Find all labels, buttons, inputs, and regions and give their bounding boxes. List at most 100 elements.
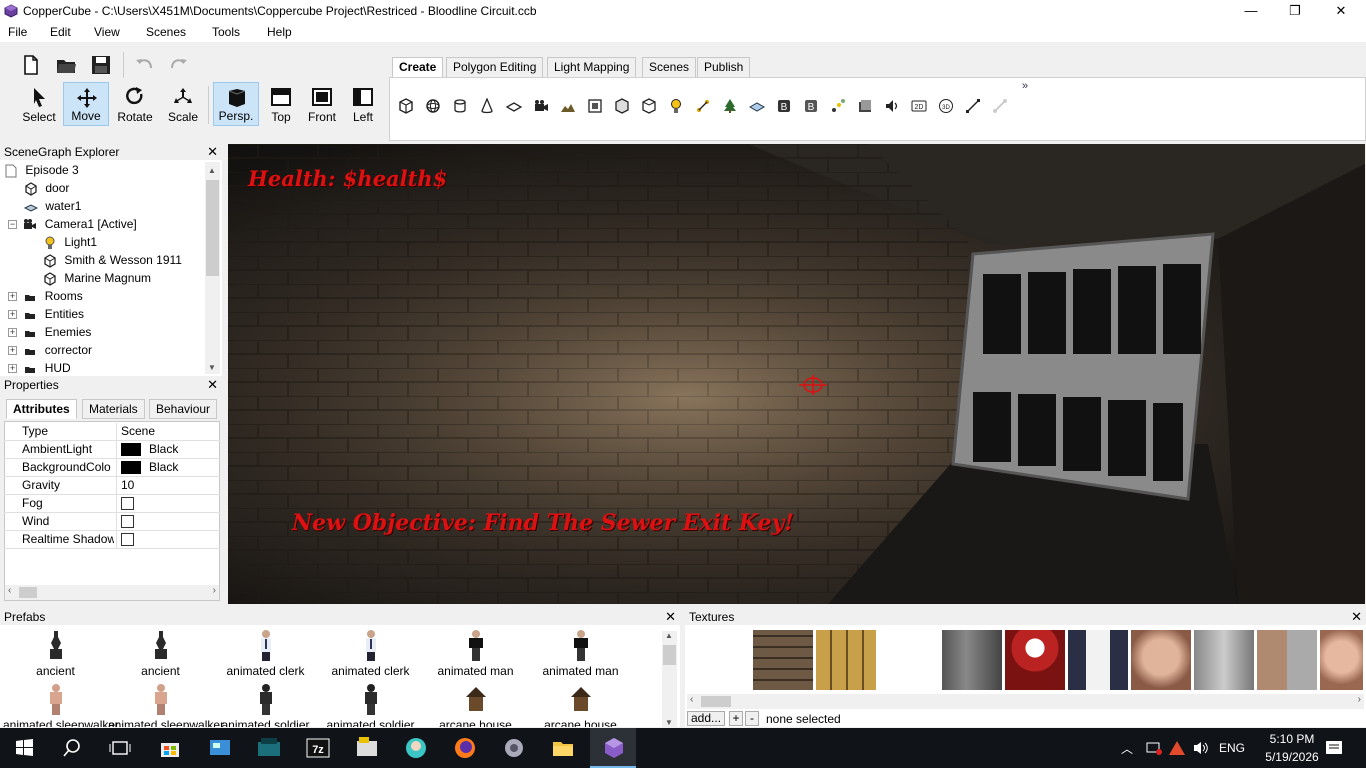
minimize-button[interactable]: — [1228, 0, 1274, 22]
redo-icon[interactable] [168, 54, 190, 76]
tree-node-entities[interactable]: + Entities [8, 305, 84, 323]
rotate-tool-button[interactable]: Rotate [112, 82, 158, 126]
tree-node-water1[interactable]: water1 [23, 197, 81, 215]
water-surface-icon[interactable] [749, 98, 765, 114]
texture-skin-panel[interactable] [1257, 630, 1317, 690]
texture-gold-tiles[interactable] [816, 630, 876, 690]
tree-node-door[interactable]: door [24, 179, 69, 197]
tree-node-marine-magnum[interactable]: Marine Magnum [43, 269, 151, 287]
minus-button[interactable]: - [745, 711, 759, 726]
notifications-icon[interactable] [1325, 740, 1343, 756]
save-icon[interactable] [90, 54, 112, 76]
scroll-left-icon[interactable]: ‹ [690, 694, 693, 705]
front-view-button[interactable]: Front [299, 82, 345, 126]
3d-text-icon[interactable]: 3D [938, 98, 954, 114]
tab-scenes[interactable]: Scenes [642, 57, 697, 78]
plane-icon[interactable] [506, 98, 522, 114]
texture-face-2[interactable] [1320, 630, 1363, 690]
static-mesh-icon[interactable] [641, 98, 657, 114]
menu-file[interactable]: File [8, 25, 27, 39]
top-view-button[interactable]: Top [258, 82, 304, 126]
3d-viewport[interactable]: Health: $health$ New Objective: Find The… [228, 144, 1365, 604]
tree-node-hud[interactable]: + HUD [8, 359, 71, 375]
collapse-icon[interactable]: − [8, 220, 17, 230]
menu-help[interactable]: Help [267, 25, 292, 39]
tree-node-corrector[interactable]: + corrector [8, 341, 92, 359]
overlay-2d-icon[interactable] [857, 98, 873, 114]
expand-icon[interactable]: + [8, 364, 17, 374]
menu-edit[interactable]: Edit [50, 25, 71, 39]
texture-metal-door[interactable] [1194, 630, 1254, 690]
menu-view[interactable]: View [94, 25, 120, 39]
scenegraph-close-button[interactable]: ✕ [207, 144, 218, 160]
texture-teeth[interactable] [1005, 630, 1065, 690]
particle-system-icon[interactable] [830, 98, 846, 114]
scenegraph-scrollbar[interactable]: ▲ ▼ [205, 162, 220, 374]
color-swatch[interactable] [121, 443, 141, 457]
scale-tool-button[interactable]: Scale [160, 82, 206, 126]
scroll-up-icon[interactable]: ▲ [665, 631, 673, 640]
prop-value-color[interactable]: Black [116, 441, 220, 459]
terminal-icon[interactable] [255, 734, 283, 762]
tab-polygon-editing[interactable]: Polygon Editing [446, 57, 544, 78]
prefab-item[interactable]: animated man [528, 629, 633, 678]
color-swatch[interactable] [121, 461, 141, 475]
prefab-item[interactable]: ancient [108, 629, 213, 678]
properties-close-button[interactable]: ✕ [207, 377, 218, 393]
scroll-up-icon[interactable]: ▲ [208, 166, 216, 175]
scrollbar-thumb[interactable] [19, 587, 37, 598]
billboard-text-icon[interactable]: B [803, 98, 819, 114]
prefabs-close-button[interactable]: ✕ [665, 609, 676, 625]
maximize-button[interactable]: ❐ [1272, 0, 1318, 22]
prefab-item[interactable]: animated clerk [318, 629, 423, 678]
cube-icon[interactable] [398, 98, 414, 114]
texture-face[interactable] [1131, 630, 1191, 690]
coppercube-taskbar-button[interactable] [590, 728, 636, 768]
realtime-shadow-checkbox[interactable] [121, 533, 134, 547]
textures-close-button[interactable]: ✕ [1351, 609, 1362, 625]
texture-white[interactable] [879, 630, 939, 690]
select-tool-button[interactable]: Select [16, 82, 62, 126]
texture-suit[interactable] [1068, 630, 1128, 690]
tab-publish[interactable]: Publish [697, 57, 751, 78]
tree-node-light1[interactable]: Light1 [43, 233, 97, 251]
open-folder-icon[interactable] [55, 54, 77, 76]
menu-scenes[interactable]: Scenes [146, 25, 186, 39]
plus-button[interactable]: + [729, 711, 743, 726]
menu-tools[interactable]: Tools [212, 25, 240, 39]
waypoint-icon[interactable] [992, 98, 1008, 114]
file-explorer-icon[interactable] [549, 734, 577, 762]
tree-node-root[interactable]: Episode 3 [4, 161, 79, 179]
prefab-item[interactable]: arcane house [528, 683, 633, 727]
prefab-item[interactable]: ancient [3, 629, 108, 678]
prop-value-color[interactable]: Black [116, 459, 220, 477]
move-tool-button[interactable]: Move [63, 82, 109, 126]
sound-icon[interactable] [884, 98, 900, 114]
scroll-left-icon[interactable]: ‹ [8, 585, 11, 596]
textures-hscrollbar[interactable]: ‹ › [687, 694, 1364, 709]
volume-icon[interactable] [1192, 740, 1210, 756]
expand-icon[interactable]: + [8, 310, 17, 320]
network-icon[interactable] [1145, 740, 1163, 756]
expand-icon[interactable]: + [8, 346, 17, 356]
tree-node-smith-wesson[interactable]: Smith & Wesson 1911 [43, 251, 182, 269]
terrain-icon[interactable] [560, 98, 576, 114]
anime-app-icon[interactable] [402, 734, 430, 762]
tab-materials[interactable]: Materials [82, 399, 145, 419]
texture-stone-wall[interactable] [753, 630, 813, 690]
tree-node-enemies[interactable]: + Enemies [8, 323, 91, 341]
path-icon[interactable] [695, 98, 711, 114]
clock-date[interactable]: 5/19/2026 [1257, 750, 1327, 764]
texture-metal-plate[interactable] [942, 630, 1002, 690]
scrollbar-thumb[interactable] [206, 180, 219, 276]
wind-checkbox[interactable] [121, 515, 134, 529]
tree-node-rooms[interactable]: + Rooms [8, 287, 83, 305]
camera-icon[interactable] [533, 98, 549, 114]
tree-icon[interactable] [722, 98, 738, 114]
more-tools-chevron[interactable]: » [1022, 80, 1028, 92]
store-icon[interactable] [156, 734, 184, 762]
prop-value[interactable]: 10 [116, 477, 220, 495]
scrollbar-thumb[interactable] [663, 645, 676, 665]
clock-time[interactable]: 5:10 PM [1262, 732, 1322, 746]
skybox-icon[interactable] [587, 98, 603, 114]
